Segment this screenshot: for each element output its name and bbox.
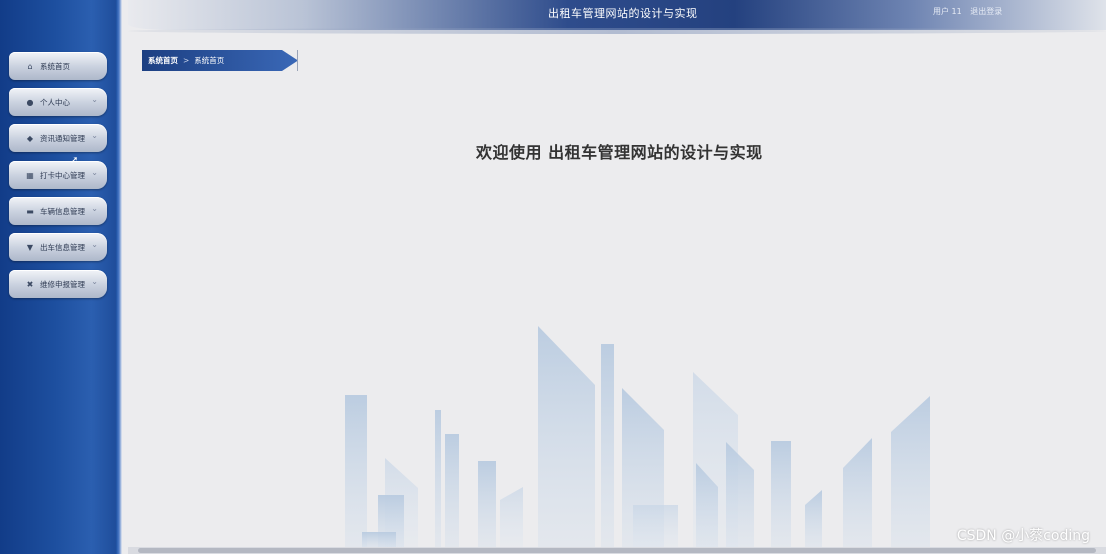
breadcrumb: 系统首页 > 系统首页 <box>142 50 298 71</box>
taxi-icon: ▼ <box>26 242 34 252</box>
car-icon: ▬ <box>26 206 34 216</box>
breadcrumb-current: 系统首页 <box>194 56 225 65</box>
scrollbar-thumb[interactable] <box>138 548 1096 553</box>
site-title: 出租车管理网站的设计与实现 <box>548 7 698 20</box>
sidebar-item-label: 系统首页 <box>40 61 70 71</box>
sidebar-item-personal-center[interactable]: ● 个人中心 ⌄ <box>9 88 107 116</box>
breadcrumb-divider <box>297 50 298 71</box>
city-skyline-illustration <box>345 326 930 550</box>
sidebar-item-label: 个人中心 <box>40 97 70 107</box>
home-icon: ⌂ <box>27 61 33 71</box>
chevron-down-icon: ⌄ <box>91 95 98 104</box>
sidebar-item-repair[interactable]: ✖ 维修申报管理 ⌄ <box>9 270 107 298</box>
tools-icon: ✖ <box>26 279 34 289</box>
sidebar-item-home[interactable]: ⌂ 系统首页 <box>9 52 107 80</box>
mouse-cursor-icon: ➚ <box>70 155 79 166</box>
welcome-heading: 欢迎使用 出租车管理网站的设计与实现 <box>476 143 763 162</box>
sidebar-item-dispatch[interactable]: ▼ 出车信息管理 ⌄ <box>9 233 107 261</box>
sidebar-item-label: 出车信息管理 <box>40 242 85 252</box>
sidebar-item-label: 资讯通知管理 <box>40 133 85 143</box>
sidebar-item-checkin[interactable]: ▦ 打卡中心管理 ⌄ <box>9 161 107 189</box>
chevron-down-icon: ⌄ <box>91 277 98 286</box>
chevron-down-icon: ⌄ <box>91 131 98 140</box>
sidebar-item-label: 车辆信息管理 <box>40 206 85 216</box>
location-pin-icon: ◆ <box>26 133 34 143</box>
breadcrumb-home-link[interactable]: 系统首页 <box>148 56 178 65</box>
breadcrumb-separator: > <box>183 56 190 65</box>
user-icon: ● <box>26 97 34 107</box>
chevron-down-icon: ⌄ <box>91 204 98 213</box>
user-area: 用户 11 退出登录 <box>933 6 1008 17</box>
watermark: CSDN @小蔡coding <box>956 528 1090 544</box>
logout-link[interactable]: 退出登录 <box>970 7 1002 16</box>
user-name: 用户 11 <box>933 7 962 16</box>
sidebar-item-label: 打卡中心管理 <box>40 170 85 180</box>
top-header: 出租车管理网站的设计与实现 用户 11 退出登录 <box>128 0 1106 34</box>
sidebar: ⌂ 系统首页 ● 个人中心 ⌄ ◆ 资讯通知管理 ⌄ ▦ 打卡中心管理 ⌄ ▬ … <box>0 0 122 554</box>
chevron-down-icon: ⌄ <box>91 168 98 177</box>
sidebar-item-label: 维修申报管理 <box>40 279 85 289</box>
chevron-down-icon: ⌄ <box>91 240 98 249</box>
horizontal-scrollbar[interactable] <box>128 547 1106 554</box>
grid-icon: ▦ <box>26 170 34 180</box>
sidebar-item-news[interactable]: ◆ 资讯通知管理 ⌄ <box>9 124 107 152</box>
sidebar-item-vehicle[interactable]: ▬ 车辆信息管理 ⌄ <box>9 197 107 225</box>
